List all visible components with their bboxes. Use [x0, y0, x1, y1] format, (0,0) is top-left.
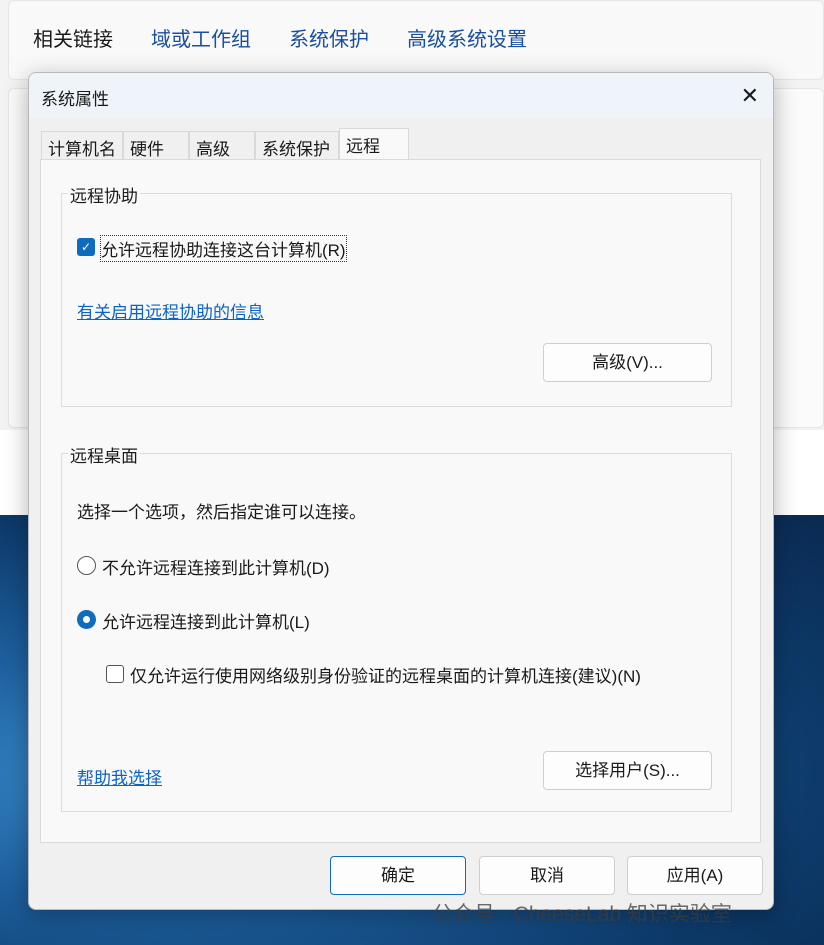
nla-label[interactable]: 仅允许运行使用网络级别身份验证的远程桌面的计算机连接(建议)(N) [130, 662, 641, 687]
allow-remote-assistance-label[interactable]: 允许远程协助连接这台计算机(R) [100, 235, 347, 262]
advanced-button[interactable]: 高级(V)... [543, 343, 712, 382]
watermark: 公众号 · CheeseLab 知识实验室 [432, 903, 732, 926]
cancel-button[interactable]: 取消 [479, 856, 615, 895]
related-links-label: 相关链接 [33, 29, 113, 51]
ok-button[interactable]: 确定 [330, 856, 466, 895]
system-properties-dialog: 系统属性 ✕ 计算机名 硬件 高级 系统保护 远程 远程协助 ✓ 允许远程协助连… [28, 72, 774, 910]
link-advanced-settings[interactable]: 高级系统设置 [407, 23, 527, 52]
tab-advanced[interactable]: 高级 [189, 131, 255, 159]
tab-computer-name[interactable]: 计算机名 [41, 131, 123, 159]
allow-remote-radio[interactable] [77, 610, 96, 629]
link-domain-workgroup[interactable]: 域或工作组 [151, 23, 251, 52]
close-icon[interactable]: ✕ [741, 83, 759, 109]
remote-assistance-info-link[interactable]: 有关启用远程协助的信息 [77, 298, 264, 323]
allow-remote-assistance-checkbox[interactable]: ✓ [77, 238, 95, 256]
remote-desktop-label: 远程桌面 [68, 442, 140, 467]
remote-desktop-group: 远程桌面 选择一个选项，然后指定谁可以连接。 不允许远程连接到此计算机(D) 允… [61, 442, 732, 812]
tab-system-protection[interactable]: 系统保护 [255, 131, 339, 159]
remote-assistance-group: 远程协助 ✓ 允许远程协助连接这台计算机(R) 有关启用远程协助的信息 高级(V… [61, 182, 732, 407]
remote-tab-panel: 远程协助 ✓ 允许远程协助连接这台计算机(R) 有关启用远程协助的信息 高级(V… [40, 159, 761, 843]
deny-remote-label[interactable]: 不允许远程连接到此计算机(D) [102, 554, 330, 579]
tab-remote[interactable]: 远程 [339, 128, 409, 160]
select-users-button[interactable]: 选择用户(S)... [543, 751, 712, 790]
apply-button[interactable]: 应用(A) [627, 856, 763, 895]
dialog-title: 系统属性 [41, 90, 109, 109]
title-bar[interactable]: 系统属性 ✕ [29, 73, 773, 118]
deny-remote-radio[interactable] [77, 556, 96, 575]
allow-remote-label[interactable]: 允许远程连接到此计算机(L) [102, 608, 310, 633]
remote-assistance-label: 远程协助 [68, 182, 140, 207]
remote-desktop-instruction: 选择一个选项，然后指定谁可以连接。 [77, 503, 366, 522]
tab-hardware[interactable]: 硬件 [123, 131, 189, 159]
help-me-choose-link[interactable]: 帮助我选择 [77, 764, 162, 789]
link-system-protection[interactable]: 系统保护 [289, 23, 369, 52]
related-links-bar: 相关链接 域或工作组 系统保护 高级系统设置 [8, 0, 824, 80]
nla-checkbox[interactable] [106, 665, 124, 683]
